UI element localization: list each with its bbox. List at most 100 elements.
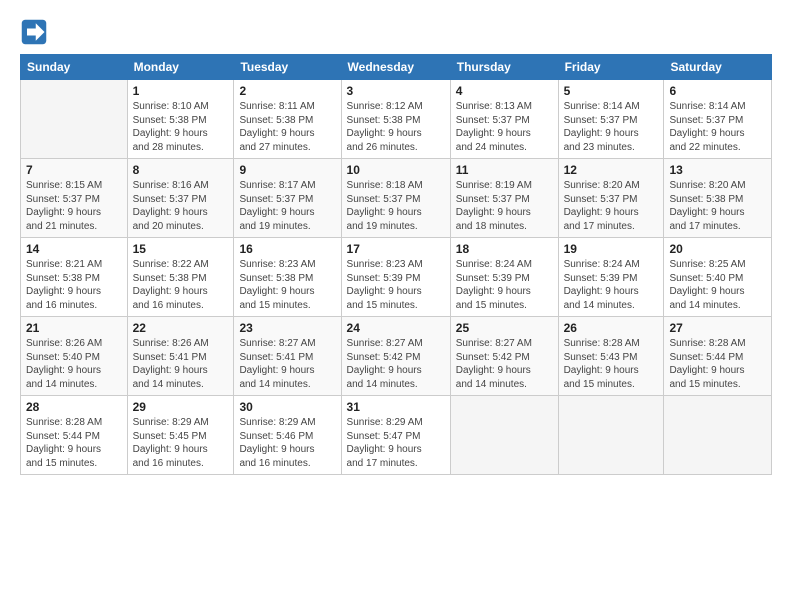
calendar-header-row: SundayMondayTuesdayWednesdayThursdayFrid… [21,55,772,80]
calendar-cell [664,396,772,475]
calendar-cell: 1 Sunrise: 8:10 AMSunset: 5:38 PMDayligh… [127,80,234,159]
day-number: 12 [564,163,659,177]
calendar-cell: 17 Sunrise: 8:23 AMSunset: 5:39 PMDaylig… [341,238,450,317]
header-day-saturday: Saturday [664,55,772,80]
calendar-cell: 29 Sunrise: 8:29 AMSunset: 5:45 PMDaylig… [127,396,234,475]
calendar-cell: 30 Sunrise: 8:29 AMSunset: 5:46 PMDaylig… [234,396,341,475]
day-info: Sunrise: 8:18 AMSunset: 5:37 PMDaylight:… [347,179,445,233]
day-info: Sunrise: 8:15 AMSunset: 5:37 PMDaylight:… [26,179,122,233]
day-info: Sunrise: 8:11 AMSunset: 5:38 PMDaylight:… [239,100,335,154]
calendar-cell: 14 Sunrise: 8:21 AMSunset: 5:38 PMDaylig… [21,238,128,317]
calendar-cell: 25 Sunrise: 8:27 AMSunset: 5:42 PMDaylig… [450,317,558,396]
calendar-cell: 10 Sunrise: 8:18 AMSunset: 5:37 PMDaylig… [341,159,450,238]
day-number: 24 [347,321,445,335]
header-day-sunday: Sunday [21,55,128,80]
day-info: Sunrise: 8:28 AMSunset: 5:43 PMDaylight:… [564,337,659,391]
day-number: 28 [26,400,122,414]
day-number: 15 [133,242,229,256]
calendar-cell [450,396,558,475]
day-number: 27 [669,321,766,335]
day-number: 20 [669,242,766,256]
day-number: 3 [347,84,445,98]
day-number: 7 [26,163,122,177]
week-row-4: 28 Sunrise: 8:28 AMSunset: 5:44 PMDaylig… [21,396,772,475]
calendar-cell: 9 Sunrise: 8:17 AMSunset: 5:37 PMDayligh… [234,159,341,238]
week-row-2: 14 Sunrise: 8:21 AMSunset: 5:38 PMDaylig… [21,238,772,317]
day-number: 9 [239,163,335,177]
day-number: 22 [133,321,229,335]
day-number: 18 [456,242,553,256]
day-number: 30 [239,400,335,414]
day-info: Sunrise: 8:24 AMSunset: 5:39 PMDaylight:… [456,258,553,312]
day-number: 10 [347,163,445,177]
week-row-3: 21 Sunrise: 8:26 AMSunset: 5:40 PMDaylig… [21,317,772,396]
day-info: Sunrise: 8:26 AMSunset: 5:40 PMDaylight:… [26,337,122,391]
day-info: Sunrise: 8:24 AMSunset: 5:39 PMDaylight:… [564,258,659,312]
day-info: Sunrise: 8:27 AMSunset: 5:41 PMDaylight:… [239,337,335,391]
calendar-cell: 18 Sunrise: 8:24 AMSunset: 5:39 PMDaylig… [450,238,558,317]
calendar-cell: 2 Sunrise: 8:11 AMSunset: 5:38 PMDayligh… [234,80,341,159]
calendar-cell [558,396,664,475]
calendar-cell [21,80,128,159]
header-day-thursday: Thursday [450,55,558,80]
calendar-cell: 7 Sunrise: 8:15 AMSunset: 5:37 PMDayligh… [21,159,128,238]
calendar-cell: 24 Sunrise: 8:27 AMSunset: 5:42 PMDaylig… [341,317,450,396]
day-info: Sunrise: 8:28 AMSunset: 5:44 PMDaylight:… [26,416,122,470]
day-number: 2 [239,84,335,98]
calendar-cell: 12 Sunrise: 8:20 AMSunset: 5:37 PMDaylig… [558,159,664,238]
day-info: Sunrise: 8:22 AMSunset: 5:38 PMDaylight:… [133,258,229,312]
day-info: Sunrise: 8:21 AMSunset: 5:38 PMDaylight:… [26,258,122,312]
header-day-tuesday: Tuesday [234,55,341,80]
calendar-cell: 5 Sunrise: 8:14 AMSunset: 5:37 PMDayligh… [558,80,664,159]
calendar: SundayMondayTuesdayWednesdayThursdayFrid… [20,54,772,475]
calendar-cell: 28 Sunrise: 8:28 AMSunset: 5:44 PMDaylig… [21,396,128,475]
day-info: Sunrise: 8:14 AMSunset: 5:37 PMDaylight:… [564,100,659,154]
day-info: Sunrise: 8:29 AMSunset: 5:46 PMDaylight:… [239,416,335,470]
day-info: Sunrise: 8:17 AMSunset: 5:37 PMDaylight:… [239,179,335,233]
day-number: 16 [239,242,335,256]
calendar-cell: 26 Sunrise: 8:28 AMSunset: 5:43 PMDaylig… [558,317,664,396]
day-info: Sunrise: 8:10 AMSunset: 5:38 PMDaylight:… [133,100,229,154]
header-day-monday: Monday [127,55,234,80]
header [20,18,772,46]
day-info: Sunrise: 8:13 AMSunset: 5:37 PMDaylight:… [456,100,553,154]
day-number: 1 [133,84,229,98]
day-info: Sunrise: 8:20 AMSunset: 5:38 PMDaylight:… [669,179,766,233]
calendar-cell: 22 Sunrise: 8:26 AMSunset: 5:41 PMDaylig… [127,317,234,396]
calendar-cell: 6 Sunrise: 8:14 AMSunset: 5:37 PMDayligh… [664,80,772,159]
header-day-friday: Friday [558,55,664,80]
day-number: 17 [347,242,445,256]
day-info: Sunrise: 8:23 AMSunset: 5:38 PMDaylight:… [239,258,335,312]
day-number: 29 [133,400,229,414]
day-number: 31 [347,400,445,414]
day-number: 5 [564,84,659,98]
day-info: Sunrise: 8:23 AMSunset: 5:39 PMDaylight:… [347,258,445,312]
page: SundayMondayTuesdayWednesdayThursdayFrid… [0,0,792,612]
calendar-cell: 3 Sunrise: 8:12 AMSunset: 5:38 PMDayligh… [341,80,450,159]
day-info: Sunrise: 8:14 AMSunset: 5:37 PMDaylight:… [669,100,766,154]
calendar-cell: 13 Sunrise: 8:20 AMSunset: 5:38 PMDaylig… [664,159,772,238]
day-info: Sunrise: 8:29 AMSunset: 5:45 PMDaylight:… [133,416,229,470]
calendar-cell: 8 Sunrise: 8:16 AMSunset: 5:37 PMDayligh… [127,159,234,238]
calendar-cell: 11 Sunrise: 8:19 AMSunset: 5:37 PMDaylig… [450,159,558,238]
calendar-cell: 21 Sunrise: 8:26 AMSunset: 5:40 PMDaylig… [21,317,128,396]
day-number: 19 [564,242,659,256]
day-number: 8 [133,163,229,177]
calendar-cell: 19 Sunrise: 8:24 AMSunset: 5:39 PMDaylig… [558,238,664,317]
day-number: 23 [239,321,335,335]
calendar-cell: 15 Sunrise: 8:22 AMSunset: 5:38 PMDaylig… [127,238,234,317]
day-info: Sunrise: 8:12 AMSunset: 5:38 PMDaylight:… [347,100,445,154]
day-info: Sunrise: 8:27 AMSunset: 5:42 PMDaylight:… [347,337,445,391]
day-info: Sunrise: 8:16 AMSunset: 5:37 PMDaylight:… [133,179,229,233]
day-number: 13 [669,163,766,177]
header-day-wednesday: Wednesday [341,55,450,80]
calendar-cell: 20 Sunrise: 8:25 AMSunset: 5:40 PMDaylig… [664,238,772,317]
day-number: 26 [564,321,659,335]
day-info: Sunrise: 8:19 AMSunset: 5:37 PMDaylight:… [456,179,553,233]
day-info: Sunrise: 8:20 AMSunset: 5:37 PMDaylight:… [564,179,659,233]
day-number: 21 [26,321,122,335]
calendar-cell: 31 Sunrise: 8:29 AMSunset: 5:47 PMDaylig… [341,396,450,475]
day-info: Sunrise: 8:26 AMSunset: 5:41 PMDaylight:… [133,337,229,391]
calendar-cell: 4 Sunrise: 8:13 AMSunset: 5:37 PMDayligh… [450,80,558,159]
calendar-cell: 23 Sunrise: 8:27 AMSunset: 5:41 PMDaylig… [234,317,341,396]
